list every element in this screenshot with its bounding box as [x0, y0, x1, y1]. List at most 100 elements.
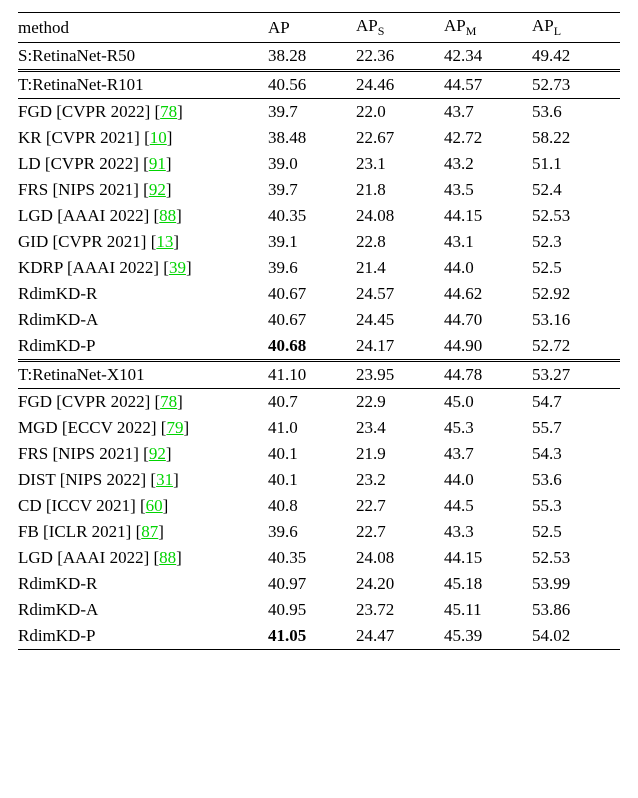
method-cell: KDRP [AAAI 2022] [39] [18, 255, 268, 281]
value-cell: 39.7 [268, 99, 356, 126]
value-cell: 40.67 [268, 307, 356, 333]
table-row: T:RetinaNet-R10140.5624.4644.5752.73 [18, 71, 620, 99]
table-row: RdimKD-P40.6824.1744.9052.72 [18, 333, 620, 361]
value-cell: 40.67 [268, 281, 356, 307]
col-header-method: method [18, 13, 268, 43]
citation-link[interactable]: 13 [156, 232, 173, 251]
value-cell: 52.5 [532, 519, 620, 545]
citation-link[interactable]: 39 [169, 258, 186, 277]
value-cell: 44.70 [444, 307, 532, 333]
value-cell: 22.9 [356, 389, 444, 416]
col-header-aps: APS [356, 13, 444, 43]
value-cell: 22.0 [356, 99, 444, 126]
method-cell: T:RetinaNet-X101 [18, 361, 268, 389]
value-cell: 23.72 [356, 597, 444, 623]
value-cell: 40.68 [268, 333, 356, 361]
table-row: RdimKD-R40.9724.2045.1853.99 [18, 571, 620, 597]
table-row: LD [CVPR 2022] [91]39.023.143.251.1 [18, 151, 620, 177]
method-cell: RdimKD-A [18, 307, 268, 333]
value-cell: 40.35 [268, 545, 356, 571]
citation-link[interactable]: 78 [160, 392, 177, 411]
value-cell: 53.86 [532, 597, 620, 623]
table-row: KDRP [AAAI 2022] [39]39.621.444.052.5 [18, 255, 620, 281]
value-cell: 45.11 [444, 597, 532, 623]
citation-link[interactable]: 31 [156, 470, 173, 489]
value-cell: 45.18 [444, 571, 532, 597]
value-cell: 40.95 [268, 597, 356, 623]
table-row: FRS [NIPS 2021] [92]39.721.843.552.4 [18, 177, 620, 203]
value-cell: 39.1 [268, 229, 356, 255]
value-cell: 44.62 [444, 281, 532, 307]
table-row: RdimKD-R40.6724.5744.6252.92 [18, 281, 620, 307]
col-header-ap: AP [268, 13, 356, 43]
value-cell: 21.9 [356, 441, 444, 467]
citation-link[interactable]: 92 [149, 180, 166, 199]
citation-link[interactable]: 10 [150, 128, 167, 147]
table-row: MGD [ECCV 2022] [79]41.023.445.355.7 [18, 415, 620, 441]
value-cell: 24.20 [356, 571, 444, 597]
value-cell: 24.47 [356, 623, 444, 650]
value-cell: 41.05 [268, 623, 356, 650]
table-row: CD [ICCV 2021] [60]40.822.744.555.3 [18, 493, 620, 519]
table-row: RdimKD-P41.0524.4745.3954.02 [18, 623, 620, 650]
method-cell: FGD [CVPR 2022] [78] [18, 99, 268, 126]
value-cell: 52.53 [532, 545, 620, 571]
method-cell: RdimKD-R [18, 281, 268, 307]
value-cell: 39.6 [268, 519, 356, 545]
value-cell: 24.45 [356, 307, 444, 333]
value-cell: 24.17 [356, 333, 444, 361]
citation-link[interactable]: 87 [141, 522, 158, 541]
value-cell: 44.15 [444, 203, 532, 229]
method-cell: RdimKD-A [18, 597, 268, 623]
value-cell: 45.0 [444, 389, 532, 416]
method-cell: GID [CVPR 2021] [13] [18, 229, 268, 255]
value-cell: 52.92 [532, 281, 620, 307]
value-cell: 40.1 [268, 467, 356, 493]
citation-link[interactable]: 79 [166, 418, 183, 437]
value-cell: 40.56 [268, 71, 356, 99]
citation-link[interactable]: 91 [149, 154, 166, 173]
value-cell: 22.67 [356, 125, 444, 151]
value-cell: 39.0 [268, 151, 356, 177]
table-row: S:RetinaNet-R5038.2822.3642.3449.42 [18, 43, 620, 71]
method-cell: FGD [CVPR 2022] [78] [18, 389, 268, 416]
value-cell: 43.3 [444, 519, 532, 545]
citation-link[interactable]: 88 [159, 206, 176, 225]
table-row: FRS [NIPS 2021] [92]40.121.943.754.3 [18, 441, 620, 467]
value-cell: 22.36 [356, 43, 444, 71]
value-cell: 45.39 [444, 623, 532, 650]
value-cell: 40.97 [268, 571, 356, 597]
value-cell: 49.42 [532, 43, 620, 71]
value-cell: 41.0 [268, 415, 356, 441]
value-cell: 54.7 [532, 389, 620, 416]
value-cell: 55.7 [532, 415, 620, 441]
value-cell: 52.3 [532, 229, 620, 255]
value-cell: 51.1 [532, 151, 620, 177]
citation-link[interactable]: 88 [159, 548, 176, 567]
citation-link[interactable]: 78 [160, 102, 177, 121]
col-header-apl: APL [532, 13, 620, 43]
table-row: DIST [NIPS 2022] [31]40.123.244.053.6 [18, 467, 620, 493]
value-cell: 43.7 [444, 441, 532, 467]
value-cell: 43.5 [444, 177, 532, 203]
value-cell: 39.7 [268, 177, 356, 203]
col-header-apm: APM [444, 13, 532, 43]
value-cell: 58.22 [532, 125, 620, 151]
table-row: RdimKD-A40.9523.7245.1153.86 [18, 597, 620, 623]
value-cell: 44.5 [444, 493, 532, 519]
value-cell: 52.5 [532, 255, 620, 281]
value-cell: 42.72 [444, 125, 532, 151]
method-cell: T:RetinaNet-R101 [18, 71, 268, 99]
method-cell: FRS [NIPS 2021] [92] [18, 441, 268, 467]
value-cell: 21.8 [356, 177, 444, 203]
method-cell: KR [CVPR 2021] [10] [18, 125, 268, 151]
value-cell: 24.08 [356, 203, 444, 229]
value-cell: 40.7 [268, 389, 356, 416]
value-cell: 44.90 [444, 333, 532, 361]
citation-link[interactable]: 60 [146, 496, 163, 515]
value-cell: 43.1 [444, 229, 532, 255]
value-cell: 39.6 [268, 255, 356, 281]
value-cell: 23.95 [356, 361, 444, 389]
table-row: FGD [CVPR 2022] [78]39.722.043.753.6 [18, 99, 620, 126]
citation-link[interactable]: 92 [149, 444, 166, 463]
